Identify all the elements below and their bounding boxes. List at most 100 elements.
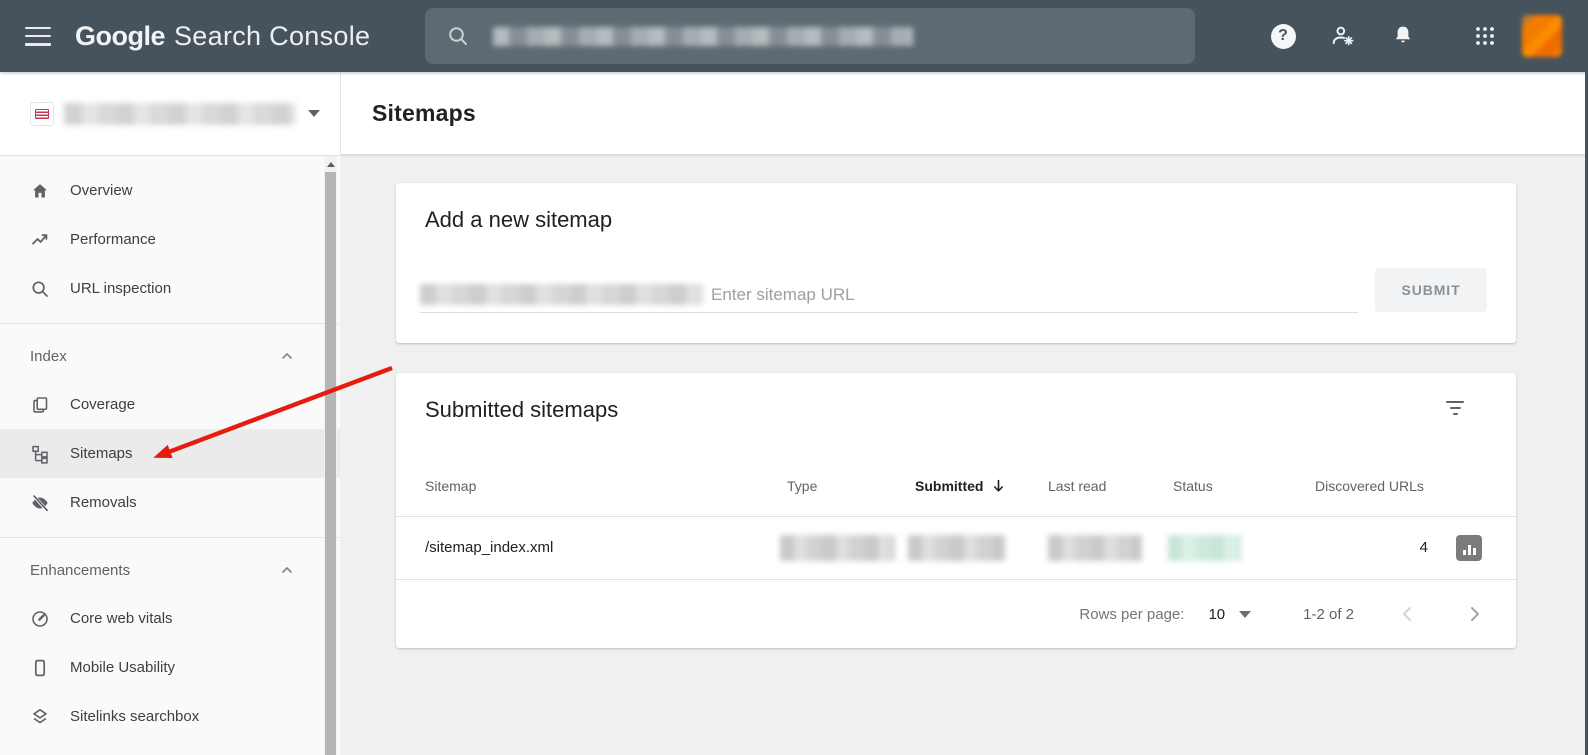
avatar[interactable] <box>1522 15 1562 57</box>
notifications-button[interactable] <box>1390 23 1416 49</box>
chevron-right-icon <box>1471 607 1479 621</box>
cell-status-redacted <box>1168 535 1241 561</box>
performance-trend-icon <box>30 230 50 250</box>
coverage-pages-icon <box>30 395 50 415</box>
mobile-phone-icon <box>30 658 50 678</box>
property-name-redacted <box>64 102 296 125</box>
cell-type-redacted <box>780 535 895 561</box>
sidebar-item-mobile-usability[interactable]: Mobile Usability <box>0 643 340 692</box>
search-icon <box>30 279 50 299</box>
next-page-button[interactable] <box>1462 602 1486 626</box>
sidebar-item-label: URL inspection <box>70 280 172 297</box>
sidebar-item-label: Core web vitals <box>70 610 173 627</box>
column-header-status[interactable]: Status <box>1173 478 1213 494</box>
sitemap-url-input-row <box>420 277 1358 313</box>
scrollbar-up-arrow[interactable] <box>324 156 337 172</box>
section-enhancements-header[interactable]: Enhancements <box>0 546 340 594</box>
sitemaps-tree-icon <box>30 444 50 464</box>
account-settings-icon <box>1332 26 1354 46</box>
sitemap-url-input[interactable] <box>711 284 1358 305</box>
sidebar-item-label: Mobile Usability <box>70 659 176 676</box>
page-title: Sitemaps <box>372 99 476 126</box>
column-header-last-read[interactable]: Last read <box>1048 478 1106 494</box>
visibility-off-icon <box>30 493 50 513</box>
column-header-type[interactable]: Type <box>787 478 817 494</box>
section-label: Enhancements <box>30 561 131 579</box>
sidebar-item-label: Coverage <box>70 396 136 413</box>
filter-button[interactable] <box>1442 397 1468 419</box>
cell-submitted-redacted <box>908 535 1005 561</box>
home-icon <box>30 181 50 201</box>
account-settings-button[interactable] <box>1330 23 1356 49</box>
sidebar-item-label: Sitemaps <box>70 445 133 462</box>
bar-chart-icon <box>1462 550 1466 555</box>
site-favicon <box>30 101 54 126</box>
help-button[interactable]: ? <box>1270 23 1296 49</box>
header-actions: ? <box>1236 0 1562 72</box>
submit-button[interactable]: SUBMIT <box>1375 268 1487 312</box>
sidebar-divider <box>0 537 340 538</box>
cell-sitemap-url[interactable]: /sitemap_index.xml <box>425 539 553 556</box>
sidebar-item-label: Removals <box>70 494 137 511</box>
sidebar-item-removals[interactable]: Removals <box>0 478 340 527</box>
add-sitemap-title: Add a new sitemap <box>425 207 613 232</box>
sidebar-item-coverage[interactable]: Coverage <box>0 380 340 429</box>
sidebar-item-label: Performance <box>70 231 156 248</box>
column-header-submitted[interactable]: Submitted <box>915 478 1005 494</box>
sidebar-item-sitemaps[interactable]: Sitemaps <box>0 429 340 478</box>
sidebar-item-core-web-vitals[interactable]: Core web vitals <box>0 594 340 643</box>
google-search-console-app: Google Search Console ? Overview Perform… <box>0 0 1588 755</box>
sidebar-nav: Overview Performance URL inspection Inde… <box>0 155 340 755</box>
column-header-sitemap[interactable]: Sitemap <box>425 478 476 494</box>
sidebar: Overview Performance URL inspection Inde… <box>0 72 340 755</box>
sidebar-item-overview[interactable]: Overview <box>0 166 340 215</box>
submitted-sitemaps-card: Submitted sitemaps Sitemap Type Submitte… <box>396 373 1516 648</box>
app-header: Google Search Console ? <box>0 0 1588 72</box>
chevron-down-icon <box>1239 610 1252 618</box>
site-url-prefix-redacted <box>420 284 703 305</box>
apps-grid-button[interactable] <box>1472 23 1498 49</box>
rows-per-page-select[interactable]: 10 <box>1208 606 1252 623</box>
cell-discovered-urls: 4 <box>1419 539 1428 556</box>
sidebar-item-label: Sitelinks searchbox <box>70 708 200 725</box>
sidebar-item-sitelinks-searchbox[interactable]: Sitelinks searchbox <box>0 692 340 741</box>
page-title-bar: Sitemaps <box>340 72 1588 155</box>
chevron-up-icon <box>282 352 292 359</box>
app-logo: Google Search Console <box>75 21 370 52</box>
sidebar-divider <box>0 323 340 324</box>
chevron-left-icon <box>1403 607 1411 621</box>
notifications-bell-icon <box>1395 26 1411 43</box>
sidebar-scrollbar-thumb[interactable] <box>325 172 336 755</box>
speedometer-icon <box>30 609 50 629</box>
section-label: Index <box>30 347 67 365</box>
main-content: Sitemaps Add a new sitemap SUBMIT Submit… <box>340 72 1588 755</box>
previous-page-button[interactable] <box>1396 602 1420 626</box>
help-icon: ? <box>1270 23 1296 49</box>
sidebar-item-url-inspection[interactable]: URL inspection <box>0 264 340 313</box>
layers-icon <box>30 707 50 727</box>
rows-per-page-label: Rows per page: <box>1079 605 1185 623</box>
submitted-sitemaps-title: Submitted sitemaps <box>425 397 619 422</box>
sidebar-item-performance[interactable]: Performance <box>0 215 340 264</box>
sidebar-scrollbar[interactable] <box>324 156 337 755</box>
column-header-discovered-urls[interactable]: Discovered URLs <box>1315 478 1424 494</box>
logo-google: Google <box>75 20 166 51</box>
filter-icon <box>1446 401 1464 404</box>
sidebar-item-label: Overview <box>70 182 133 199</box>
section-index-header[interactable]: Index <box>0 332 340 380</box>
logo-search-console: Search Console <box>174 20 371 51</box>
property-selector[interactable] <box>0 72 340 155</box>
add-sitemap-card: Add a new sitemap SUBMIT <box>396 183 1516 343</box>
table-row[interactable]: /sitemap_index.xml 4 <box>396 517 1516 580</box>
table-pagination: Rows per page: 10 1-2 of 2 <box>396 580 1516 648</box>
chevron-up-icon <box>282 566 292 573</box>
cell-last-read-redacted <box>1048 535 1142 561</box>
header-search-bar[interactable] <box>425 8 1195 64</box>
pagination-range: 1-2 of 2 <box>1303 605 1354 623</box>
chevron-down-icon <box>308 110 320 117</box>
search-icon <box>449 27 467 45</box>
menu-icon[interactable] <box>25 26 51 46</box>
apps-grid-icon <box>1476 27 1494 45</box>
see-index-chart-button[interactable] <box>1456 535 1482 561</box>
sort-descending-icon <box>994 479 1004 492</box>
